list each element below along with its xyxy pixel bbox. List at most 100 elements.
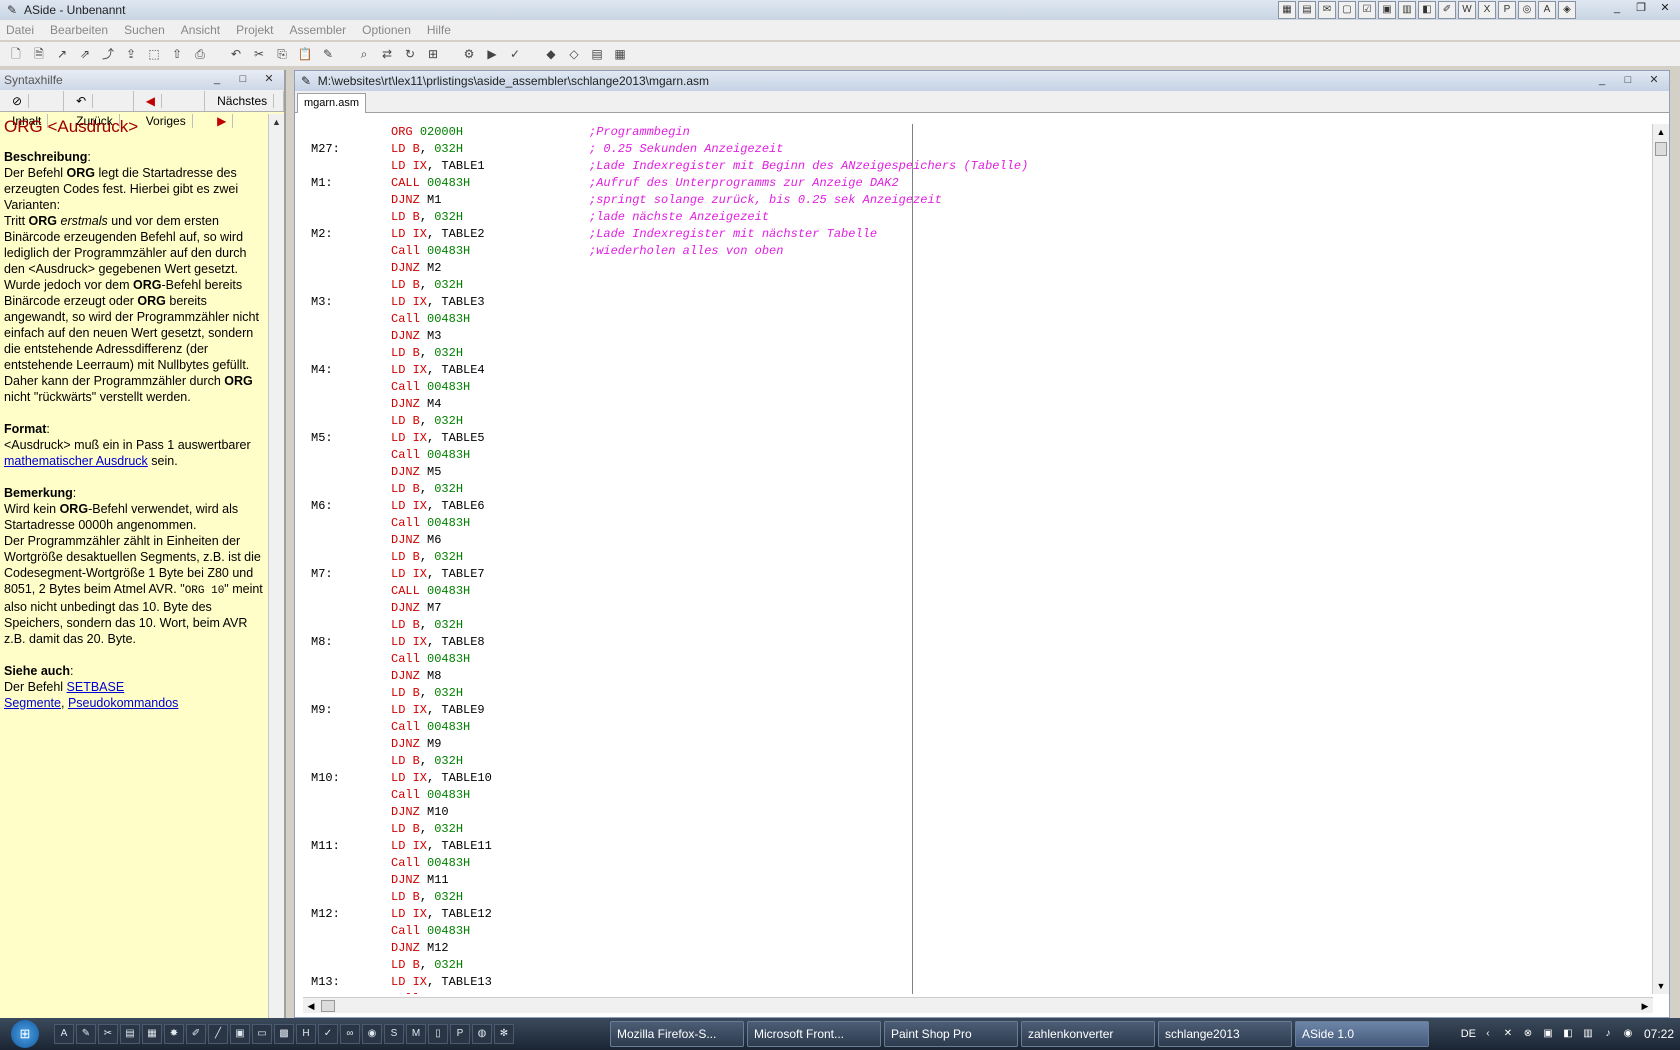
code-line[interactable]: DJNZ M12 <box>305 940 1645 957</box>
quicklaunch-icon[interactable]: ◉ <box>362 1024 382 1044</box>
code-line[interactable]: DJNZ M11 <box>305 872 1645 889</box>
menu-optionen[interactable]: Optionen <box>362 23 411 37</box>
network-icon[interactable]: ▥ <box>1580 1026 1596 1042</box>
help-book-icon[interactable]: ▤ <box>587 44 607 64</box>
help-next-button[interactable]: Nächstes ▶ <box>205 90 284 128</box>
help-contents-button[interactable]: ⊘ Inhalt <box>0 90 65 128</box>
scroll-thumb[interactable] <box>1655 142 1667 156</box>
help-icon[interactable]: ▦ <box>610 44 630 64</box>
print-icon[interactable]: ⎙ <box>190 44 210 64</box>
code-line[interactable]: LD B, 032H <box>305 753 1645 770</box>
quicklaunch-icon[interactable]: ✎ <box>76 1024 96 1044</box>
code-line[interactable]: LD B, 032H <box>305 889 1645 906</box>
code-line[interactable]: M27: LD B, 032H ; 0.25 Sekunden Anzeigezei… <box>305 141 1645 158</box>
help-maximize-button[interactable]: □ <box>232 72 254 88</box>
start-button[interactable]: ⊞ <box>0 1018 50 1050</box>
link-segmente[interactable]: Segmente <box>4 696 61 710</box>
scroll-up-icon[interactable]: ▲ <box>1653 124 1669 140</box>
quicklaunch-icon[interactable]: ▭ <box>252 1024 272 1044</box>
help-close-button[interactable]: ✕ <box>258 72 280 88</box>
quicklaunch-icon[interactable]: H <box>296 1024 316 1044</box>
shortcut-icon[interactable]: ✉ <box>1318 1 1336 19</box>
code-line[interactable]: DJNZ M1 ;springt solange zurück, bis 0.25… <box>305 192 1645 209</box>
code-line[interactable]: DJNZ M5 <box>305 464 1645 481</box>
code-line[interactable]: Call 00483H <box>305 787 1645 804</box>
quicklaunch-icon[interactable]: ✓ <box>318 1024 338 1044</box>
quicklaunch-icon[interactable]: ▣ <box>230 1024 250 1044</box>
code-line[interactable]: M2: LD IX, TABLE2 ;Lade Indexregister mit … <box>305 226 1645 243</box>
volume-icon[interactable]: ♪ <box>1600 1026 1616 1042</box>
quicklaunch-icon[interactable]: ▤ <box>120 1024 140 1044</box>
help-back-button[interactable]: ↶ Zurück <box>64 90 134 128</box>
open-file-icon[interactable]: ↗ <box>52 44 72 64</box>
quicklaunch-icon[interactable]: ✂ <box>98 1024 118 1044</box>
code-line[interactable]: LD B, 032H ;lade nächste Anzeigezeit <box>305 209 1645 226</box>
code-line[interactable]: M13: LD IX, TABLE13 <box>305 974 1645 991</box>
shortcut-icon[interactable]: ✐ <box>1438 1 1456 19</box>
word-icon[interactable]: W <box>1458 1 1476 19</box>
editor-maximize-button[interactable]: □ <box>1617 73 1639 89</box>
new-project-icon[interactable]: 🗎 <box>29 44 49 64</box>
shortcut-icon[interactable]: ◈ <box>1558 1 1576 19</box>
quicklaunch-icon[interactable]: ✸ <box>164 1024 184 1044</box>
code-line[interactable]: LD B, 032H <box>305 413 1645 430</box>
quicklaunch-icon[interactable]: S <box>384 1024 404 1044</box>
menu-datei[interactable]: Datei <box>6 23 34 37</box>
code-line[interactable]: LD B, 032H <box>305 549 1645 566</box>
code-line[interactable]: Call 00483H <box>305 719 1645 736</box>
undo-icon[interactable]: ↶ <box>226 44 246 64</box>
shortcut-icon[interactable]: ◧ <box>1418 1 1436 19</box>
quicklaunch-icon[interactable]: ▦ <box>142 1024 162 1044</box>
code-line[interactable]: Call 00483H <box>305 991 1645 994</box>
scroll-left-icon[interactable]: ◀ <box>303 998 319 1014</box>
code-line[interactable]: DJNZ M4 <box>305 396 1645 413</box>
scroll-down-icon[interactable]: ▼ <box>1653 978 1669 994</box>
help-prev-button[interactable]: ◀ Voriges <box>134 90 206 128</box>
task-schlange2013[interactable]: schlange2013 <box>1158 1021 1292 1047</box>
menu-suchen[interactable]: Suchen <box>124 23 165 37</box>
task-frontpage[interactable]: Microsoft Front... <box>747 1021 881 1047</box>
link-mathematischer-ausdruck[interactable]: mathematischer Ausdruck <box>4 454 148 468</box>
code-line[interactable]: Call 00483H ;wiederholen alles von oben <box>305 243 1645 260</box>
help-minimize-button[interactable]: _ <box>206 72 228 88</box>
code-line[interactable]: Call 00483H <box>305 923 1645 940</box>
tray-icon[interactable]: ⊗ <box>1520 1026 1536 1042</box>
quicklaunch-icon[interactable]: ╱ <box>208 1024 228 1044</box>
code-line[interactable]: ORG 02000H ;Programmbegin <box>305 124 1645 141</box>
maximize-button[interactable]: ❐ <box>1630 1 1652 17</box>
shortcut-icon[interactable]: ▦ <box>1278 1 1296 19</box>
copy-icon[interactable]: ⎘ <box>272 44 292 64</box>
code-line[interactable]: M7: LD IX, TABLE7 <box>305 566 1645 583</box>
shortcut-icon[interactable]: ▢ <box>1338 1 1356 19</box>
replace-icon[interactable]: ⇄ <box>377 44 397 64</box>
link-pseudokommandos[interactable]: Pseudokommandos <box>68 696 178 710</box>
code-line[interactable]: M5: LD IX, TABLE5 <box>305 430 1645 447</box>
code-line[interactable]: DJNZ M6 <box>305 532 1645 549</box>
code-line[interactable]: DJNZ M10 <box>305 804 1645 821</box>
menu-ansicht[interactable]: Ansicht <box>181 23 220 37</box>
quicklaunch-icon[interactable]: ▯ <box>428 1024 448 1044</box>
new-file-icon[interactable]: 🗋 <box>6 44 26 64</box>
tray-icon[interactable]: ✕ <box>1500 1026 1516 1042</box>
export-icon[interactable]: ⇧ <box>167 44 187 64</box>
menu-assembler[interactable]: Assembler <box>289 23 346 37</box>
quicklaunch-icon[interactable]: ✻ <box>494 1024 514 1044</box>
menu-projekt[interactable]: Projekt <box>236 23 273 37</box>
cut-icon[interactable]: ✂ <box>249 44 269 64</box>
editor-horizontal-scrollbar[interactable]: ◀ ▶ <box>303 997 1653 1013</box>
tray-icon[interactable]: ◧ <box>1560 1026 1576 1042</box>
quicklaunch-icon[interactable]: ✐ <box>186 1024 206 1044</box>
code-line[interactable]: LD B, 032H <box>305 277 1645 294</box>
menu-bearbeiten[interactable]: Bearbeiten <box>50 23 108 37</box>
task-paintshop[interactable]: Paint Shop Pro <box>884 1021 1018 1047</box>
powerpoint-icon[interactable]: P <box>1498 1 1516 19</box>
code-line[interactable]: LD B, 032H <box>305 345 1645 362</box>
shortcut-icon[interactable]: ▣ <box>1378 1 1396 19</box>
quicklaunch-icon[interactable]: ▩ <box>274 1024 294 1044</box>
task-zahlenkonverter[interactable]: zahlenkonverter <box>1021 1021 1155 1047</box>
run-icon[interactable]: ▶ <box>482 44 502 64</box>
code-line[interactable]: M3: LD IX, TABLE3 <box>305 294 1645 311</box>
code-line[interactable]: M11: LD IX, TABLE11 <box>305 838 1645 855</box>
save-icon[interactable]: ⤴ <box>98 44 118 64</box>
code-line[interactable]: M10: LD IX, TABLE10 <box>305 770 1645 787</box>
